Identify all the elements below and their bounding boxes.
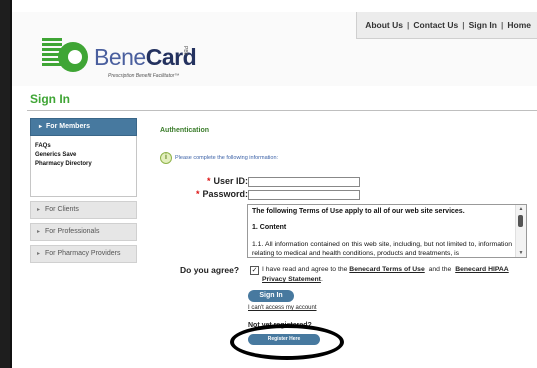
authentication-heading: Authentication [160, 127, 209, 134]
info-message: i Please complete the following informat… [160, 152, 278, 164]
terms-scrollbar[interactable]: ▲ ▼ [515, 205, 526, 257]
title-divider [27, 110, 537, 111]
chevron-right-icon: ▸ [39, 124, 43, 130]
highlight-ellipse [230, 324, 344, 360]
logo-wordmark: BeneCard [94, 44, 197, 70]
page: About Us | Contact Us | Sign In | Home B… [10, 0, 537, 368]
required-marker: * [195, 189, 200, 199]
password-label: * Password: [195, 189, 248, 199]
user-id-input[interactable] [248, 177, 360, 187]
terms-content: The following Terms of Use apply to all … [248, 205, 526, 257]
nav-sign-in[interactable]: Sign In [469, 20, 497, 30]
nav-home[interactable]: Home [507, 20, 531, 30]
benecard-logo[interactable]: BeneCard PBF Prescription Benefit Facili… [42, 36, 197, 82]
password-input[interactable] [248, 190, 360, 200]
logo-tagline: Prescription Benefit Facilitator™ [108, 73, 180, 79]
nav-separator: | [406, 20, 410, 30]
sidebar-link-faqs[interactable]: FAQs [35, 143, 132, 149]
terms-of-use-textarea[interactable]: The following Terms of Use apply to all … [247, 204, 527, 258]
agree-question: Do you agree? [180, 265, 240, 275]
chevron-right-icon: ▸ [37, 207, 41, 213]
terms-intro: The following Terms of Use apply to all … [252, 208, 465, 215]
nav-contact-us[interactable]: Contact Us [413, 20, 458, 30]
chevron-right-icon: ▸ [37, 229, 41, 235]
terms-of-use-link[interactable]: Benecard Terms of Use [349, 266, 424, 273]
user-id-label: * User ID: [206, 176, 248, 186]
sidebar-item-for-pharmacy-providers[interactable]: ▸ For Pharmacy Providers [30, 245, 137, 263]
agreement-text: I have read and agree to the Benecard Te… [262, 266, 509, 283]
sidebar-link-pharmacy-directory[interactable]: Pharmacy Directory [35, 161, 132, 167]
nav-separator: | [500, 20, 504, 30]
cant-access-account-link[interactable]: I can't access my account [248, 305, 317, 311]
sign-in-button[interactable]: Sign In [248, 290, 294, 302]
scroll-down-icon[interactable]: ▼ [516, 249, 526, 257]
sidebar: ▸ For Members FAQs Generics Save Pharmacy… [30, 118, 137, 263]
page-title: Sign In [30, 92, 70, 106]
info-icon: i [160, 152, 172, 164]
terms-paragraph: 1.1. All information contained on this w… [252, 241, 512, 257]
logo-mark-icon [58, 42, 88, 72]
agree-checkbox[interactable]: ✓ [250, 266, 259, 275]
sidebar-link-generics-save[interactable]: Generics Save [35, 152, 132, 158]
sidebar-item-for-clients[interactable]: ▸ For Clients [30, 201, 137, 219]
terms-section-heading: 1. Content [252, 224, 287, 231]
scroll-up-icon[interactable]: ▲ [516, 205, 526, 213]
nav-about-us[interactable]: About Us [365, 20, 403, 30]
member-links: FAQs Generics Save Pharmacy Directory [30, 136, 137, 197]
logo-superscript: PBF [182, 46, 188, 56]
nav-separator: | [462, 20, 465, 30]
sidebar-item-for-members[interactable]: ▸ For Members [30, 118, 137, 136]
required-marker: * [206, 176, 211, 186]
sidebar-item-for-professionals[interactable]: ▸ For Professionals [30, 223, 137, 241]
info-text: Please complete the following informatio… [175, 155, 279, 161]
chevron-right-icon: ▸ [37, 251, 41, 257]
scrollbar-thumb[interactable] [518, 215, 523, 227]
top-navigation: About Us | Contact Us | Sign In | Home [356, 12, 537, 39]
